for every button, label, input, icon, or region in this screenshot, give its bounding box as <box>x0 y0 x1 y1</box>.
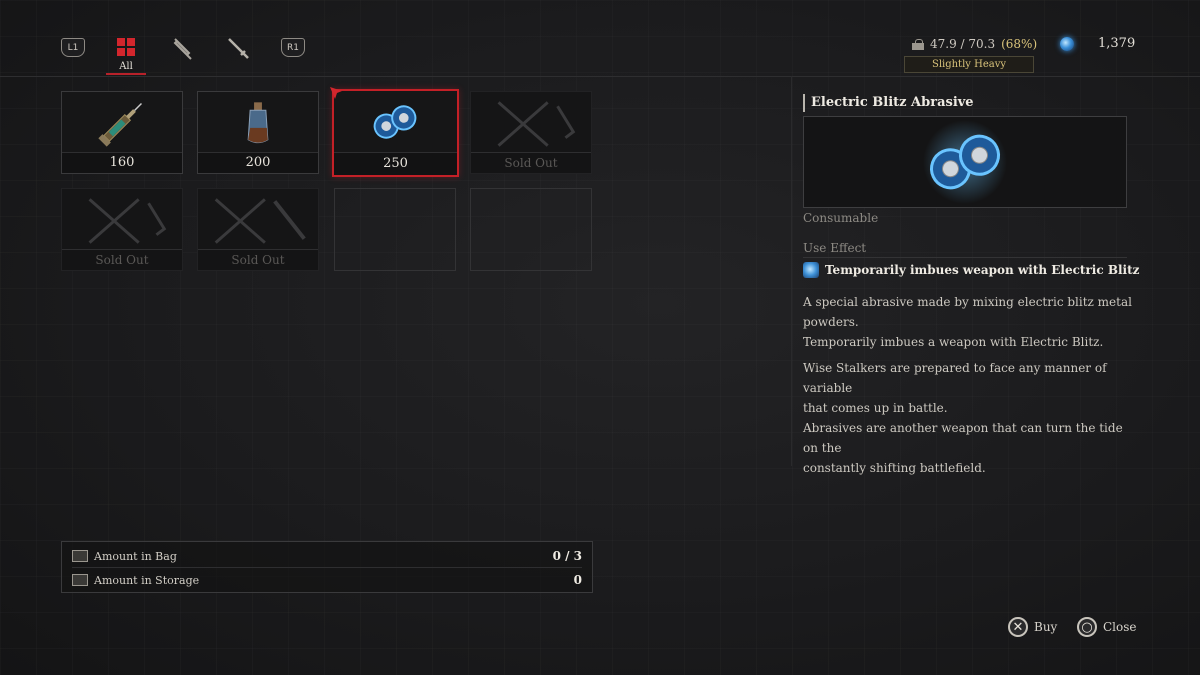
description-line: Wise Stalkers are prepared to face any m… <box>803 361 1107 395</box>
item-lore: Wise Stalkers are prepared to face any m… <box>803 358 1133 478</box>
item-title: Electric Blitz Abrasive <box>803 94 974 112</box>
item-category: Consumable <box>803 211 879 225</box>
header-divider <box>0 76 1200 77</box>
tab-next-r1[interactable]: R1 <box>281 38 305 57</box>
amount-in-bag-value: 0 / 3 <box>552 549 582 563</box>
amount-in-bag-label: Amount in Bag <box>94 549 177 563</box>
close-label: Close <box>1103 620 1137 634</box>
tab-prev-l1[interactable]: L1 <box>61 38 85 57</box>
storage-icon <box>72 574 88 586</box>
electric-abrasive-icon <box>373 105 417 139</box>
amount-in-bag-row: Amount in Bag 0 / 3 <box>72 545 582 567</box>
description-line: Abrasives are another weapon that can tu… <box>803 421 1123 455</box>
description-line: that comes up in battle. <box>803 401 948 415</box>
buy-button[interactable]: ✕ Buy <box>1008 617 1057 637</box>
circle-button-icon: ○ <box>1077 617 1097 637</box>
description-line: powders. <box>803 315 859 329</box>
shop-slot-empty <box>334 188 456 271</box>
currency-display: 1,379 <box>1060 36 1135 51</box>
currency-value: 1,379 <box>1098 36 1136 51</box>
tab-weapons[interactable] <box>226 36 250 60</box>
use-effect-label: Use Effect <box>803 241 867 255</box>
shop-slot-sold-out[interactable]: Sold Out <box>61 188 183 271</box>
weight-value: 47.9 / 70.3 <box>930 37 996 51</box>
crossed-weapons-icon <box>497 101 576 147</box>
use-effect-divider <box>803 257 1127 258</box>
weight-indicator: 47.9 / 70.3 (68%) <box>912 37 1037 51</box>
slot-price: 250 <box>334 152 457 175</box>
description-line: A special abrasive made by mixing electr… <box>803 295 1132 309</box>
panel-divider <box>791 76 792 466</box>
close-button[interactable]: ○ Close <box>1077 617 1137 637</box>
description-line: Temporarily imbues a weapon with Electri… <box>803 335 1104 349</box>
crossed-weapons-icon <box>214 198 306 244</box>
amount-in-storage-row: Amount in Storage 0 <box>72 569 582 591</box>
description-line: constantly shifting battlefield. <box>803 461 986 475</box>
all-icon <box>117 38 135 56</box>
shop-slot-sold-out[interactable]: Sold Out <box>470 91 592 174</box>
shop-slot-bottle[interactable]: 200 <box>197 91 319 174</box>
buy-label: Buy <box>1034 620 1058 634</box>
r1-button-icon: R1 <box>281 38 305 57</box>
lantern-bottle-icon <box>247 102 269 144</box>
shop-slot-syringe[interactable]: 160 <box>61 91 183 174</box>
slot-sold-out-label: Sold Out <box>198 249 318 270</box>
amount-panel: Amount in Bag 0 / 3 Amount in Storage 0 <box>61 541 593 593</box>
syringe-icon <box>98 103 142 147</box>
l1-button-icon: L1 <box>61 38 85 57</box>
amount-divider <box>72 567 582 568</box>
consumable-icon <box>173 38 192 60</box>
slot-price: 160 <box>62 152 182 173</box>
weight-icon <box>912 38 924 50</box>
slot-sold-out-label: Sold Out <box>471 152 591 173</box>
tab-consumables[interactable] <box>170 36 194 60</box>
shop-slot-empty <box>470 188 592 271</box>
bag-icon <box>72 550 88 562</box>
tab-all-label: All <box>119 61 133 72</box>
weight-percent: (68%) <box>1001 37 1038 51</box>
tab-active-indicator <box>106 73 146 75</box>
amount-in-storage-value: 0 <box>573 573 582 587</box>
slot-sold-out-label: Sold Out <box>62 249 182 270</box>
tab-all[interactable] <box>117 38 135 56</box>
item-description: A special abrasive made by mixing electr… <box>803 292 1133 352</box>
use-effect: Temporarily imbues weapon with Electric … <box>803 262 1139 278</box>
ergo-icon <box>1060 36 1074 51</box>
use-effect-text: Temporarily imbues weapon with Electric … <box>825 263 1140 277</box>
cross-button-icon: ✕ <box>1008 617 1028 637</box>
electric-blitz-icon <box>803 262 819 278</box>
slot-price: 200 <box>198 152 318 173</box>
shop-slot-electric-abrasive[interactable]: 250 <box>330 87 459 177</box>
shop-slot-sold-out[interactable]: Sold Out <box>197 188 319 271</box>
electric-abrasive-icon <box>923 120 1007 204</box>
weapon-icon <box>228 38 249 59</box>
load-state-badge: Slightly Heavy <box>904 56 1034 73</box>
amount-in-storage-label: Amount in Storage <box>94 573 200 587</box>
crossed-weapons-icon <box>88 198 167 244</box>
item-preview <box>803 116 1127 208</box>
